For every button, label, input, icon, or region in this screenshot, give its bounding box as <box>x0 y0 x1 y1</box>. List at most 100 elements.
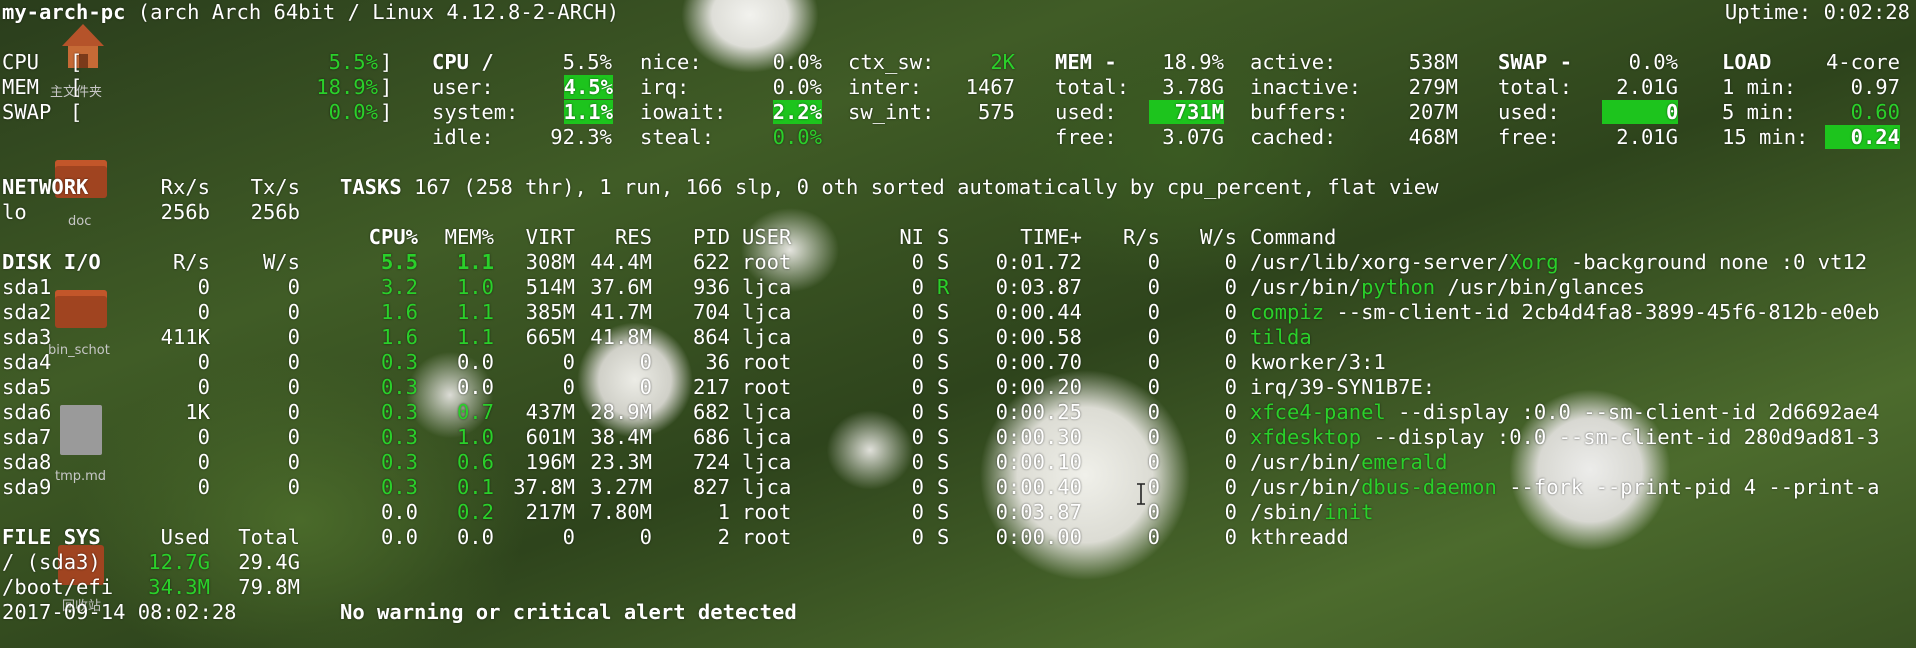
proc-state: S <box>937 300 950 324</box>
disk-row-read: 1K <box>185 400 210 424</box>
proc-header-virt[interactable]: VIRT <box>505 225 575 250</box>
quicklook-mem-value: 18.9% <box>316 75 378 99</box>
proc-state: S <box>937 400 950 424</box>
proc-header-pid[interactable]: PID <box>670 225 730 250</box>
proc-header-user[interactable]: USER <box>742 225 791 250</box>
proc-state: S <box>937 350 950 374</box>
load-1min-label: 1 min: <box>1722 75 1797 99</box>
proc-ni: 0 <box>911 375 924 399</box>
disk-row-name: sda8 <box>2 450 52 474</box>
proc-res: 28.9M <box>590 400 652 424</box>
cpu-inter-label: inter: <box>848 75 923 99</box>
proc-write-rate: 0 <box>1224 275 1237 299</box>
proc-res: 0 <box>639 375 652 399</box>
header-line: my-arch-pc (arch Arch 64bit / Linux 4.12… <box>2 0 619 25</box>
fs-row-used: 12.7G <box>148 550 210 574</box>
proc-time: 0:01.72 <box>995 250 1082 274</box>
proc-time: 0:00.70 <box>995 350 1082 374</box>
proc-pid: 2 <box>717 525 730 549</box>
proc-ni: 0 <box>911 500 924 524</box>
proc-mem: 0.0 <box>456 375 494 399</box>
disk-row-read: 411K <box>160 325 210 349</box>
cpu-user-label: user: <box>432 75 494 99</box>
proc-pid: 217 <box>692 375 730 399</box>
proc-header-ni[interactable]: NI <box>880 225 924 250</box>
tasks-summary-line: TASKS 167 (258 thr), 1 run, 166 slp, 0 o… <box>340 175 1438 200</box>
system-info: (arch Arch 64bit / Linux 4.12.8-2-ARCH) <box>137 0 620 24</box>
proc-command: /usr/lib/xorg-server/Xorg -background no… <box>1250 250 1868 274</box>
swap-used-label: used: <box>1498 100 1560 124</box>
proc-user: ljca <box>742 300 792 324</box>
proc-res: 41.7M <box>590 300 652 324</box>
proc-mem: 1.0 <box>456 275 494 299</box>
text-cursor-icon <box>1136 483 1146 505</box>
fs-used-header: Used <box>160 525 210 549</box>
proc-cpu: 0.3 <box>380 425 418 449</box>
load-title: LOAD <box>1722 50 1772 74</box>
proc-mem: 1.1 <box>456 250 494 274</box>
cpu-steal-label: steal: <box>640 125 715 149</box>
proc-pid: 724 <box>692 450 730 474</box>
home-folder-icon[interactable] <box>58 22 108 80</box>
proc-read-rate: 0 <box>1147 475 1160 499</box>
tmp-md-file-icon[interactable] <box>60 405 102 455</box>
cpu-inter-value: 1467 <box>965 75 1015 99</box>
tasks-summary: 167 (258 thr), 1 run, 166 slp, 0 oth sor… <box>414 175 1439 199</box>
disk-row-write: 0 <box>287 275 300 299</box>
proc-command: kworker/3:1 <box>1250 350 1386 374</box>
proc-cpu: 0.3 <box>380 450 418 474</box>
proc-write-rate: 0 <box>1224 500 1237 524</box>
disk-row-write: 0 <box>287 350 300 374</box>
proc-cpu: 1.6 <box>380 300 418 324</box>
proc-header-cpu[interactable]: CPU% <box>360 225 418 250</box>
mem-active-label: active: <box>1250 50 1337 74</box>
fs-title: FILE SYS <box>2 525 101 549</box>
proc-header-command[interactable]: Command <box>1250 225 1336 250</box>
proc-header-s[interactable]: S <box>937 225 949 250</box>
proc-header-res[interactable]: RES <box>580 225 652 250</box>
proc-command: /usr/bin/dbus-daemon --fork --print-pid … <box>1250 475 1880 499</box>
proc-pid: 622 <box>692 250 730 274</box>
proc-time: 0:00.44 <box>995 300 1082 324</box>
proc-write-rate: 0 <box>1224 350 1237 374</box>
proc-time: 0:00.58 <box>995 325 1082 349</box>
quicklook-mem-open: [ <box>70 75 83 99</box>
disk-row-write: 0 <box>287 475 300 499</box>
proc-cpu: 0.0 <box>380 500 418 524</box>
proc-command: tilda <box>1250 325 1312 349</box>
fs-total-header: Total <box>238 525 300 549</box>
cpu-iowait-value: 2.2% <box>772 100 822 124</box>
mem-inactive-value: 279M <box>1408 75 1458 99</box>
proc-virt: 0 <box>562 350 575 374</box>
load-5min-label: 5 min: <box>1722 100 1797 124</box>
proc-command: xfce4-panel --display :0.0 --sm-client-i… <box>1250 400 1880 424</box>
proc-pid: 36 <box>705 350 730 374</box>
proc-time: 0:00.30 <box>995 425 1082 449</box>
proc-virt: 0 <box>562 375 575 399</box>
proc-header-time[interactable]: TIME+ <box>960 225 1082 250</box>
proc-res: 44.4M <box>590 250 652 274</box>
bin-schot-folder-icon[interactable] <box>55 290 107 328</box>
mem-buffers-label: buffers: <box>1250 100 1349 124</box>
network-title: NETWORK <box>2 175 89 199</box>
load-15min-value: 0.24 <box>1822 125 1900 150</box>
proc-virt: 514M <box>525 275 575 299</box>
proc-state: S <box>937 475 950 499</box>
proc-header-mem[interactable]: MEM% <box>430 225 494 250</box>
proc-write-rate: 0 <box>1224 400 1237 424</box>
proc-write-rate: 0 <box>1224 300 1237 324</box>
quicklook-mem-close: ] <box>380 75 393 99</box>
proc-header-ws[interactable]: W/s <box>1175 225 1237 250</box>
proc-user: root <box>742 250 792 274</box>
fs-row-total: 29.4G <box>238 550 300 574</box>
swap-free-value: 2.01G <box>1616 125 1678 149</box>
mem-cached-value: 468M <box>1408 125 1458 149</box>
quicklook-cpu-open: [ <box>70 50 83 74</box>
disk-row-name: sda3 <box>2 325 52 349</box>
proc-write-rate: 0 <box>1224 475 1237 499</box>
disk-title: DISK I/O <box>2 250 101 274</box>
disk-row-name: sda2 <box>2 300 52 324</box>
proc-header-rs[interactable]: R/s <box>1100 225 1160 250</box>
swap-total-pct: 0.0% <box>1628 50 1678 74</box>
proc-time: 0:03.87 <box>995 275 1082 299</box>
